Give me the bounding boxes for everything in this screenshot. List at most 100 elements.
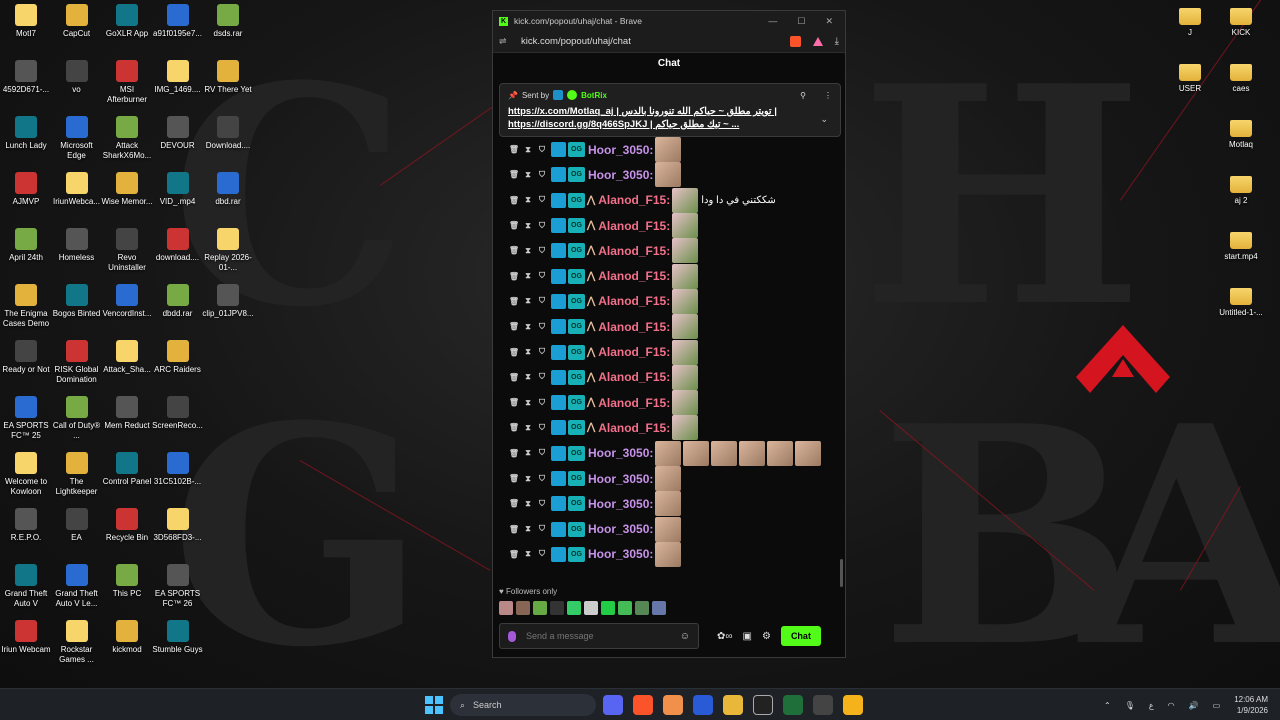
timeout-icon[interactable]: ⧗: [521, 398, 535, 408]
desktop-icon[interactable]: The Enigma Cases Demo: [0, 284, 52, 329]
desktop-icon[interactable]: DEVOUR: [152, 116, 204, 151]
chat-username[interactable]: Alanod_F15:: [598, 294, 670, 308]
emote-image[interactable]: [672, 263, 699, 289]
emote-image[interactable]: [655, 466, 682, 491]
ban-icon[interactable]: ⛉: [535, 549, 549, 559]
battery-icon[interactable]: ▭: [1213, 701, 1221, 710]
chat-username[interactable]: Alanod_F15:: [598, 244, 670, 258]
delete-message-icon[interactable]: 🗑: [507, 246, 521, 255]
chat-message[interactable]: 🗑 ⧗ ⛉ OG Hoor_3050:: [493, 137, 845, 163]
desktop-icon[interactable]: Bogos Binted: [51, 284, 103, 319]
chat-message[interactable]: 🗑 ⧗ ⛉ OG ⋀ Alanod_F15:: [493, 364, 845, 390]
desktop-icon[interactable]: Ready or Not: [0, 340, 52, 375]
delete-message-icon[interactable]: 🗑: [507, 196, 521, 205]
desktop-icon[interactable]: EA: [51, 508, 103, 543]
delete-message-icon[interactable]: 🗑: [507, 474, 521, 483]
chat-username[interactable]: Hoor_3050:: [588, 497, 653, 511]
desktop-icon[interactable]: Grand Theft Auto V: [0, 564, 52, 609]
desktop-icon[interactable]: download....: [152, 228, 204, 263]
desktop-icon[interactable]: MotI7: [0, 4, 52, 39]
quick-emote[interactable]: [533, 601, 547, 615]
ban-icon[interactable]: ⛉: [535, 296, 549, 306]
chat-message[interactable]: 🗑 ⧗ ⛉ OG Hoor_3050:: [493, 466, 845, 491]
desktop-icon[interactable]: vo: [51, 60, 103, 95]
timeout-icon[interactable]: ⧗: [521, 296, 535, 306]
url-text[interactable]: kick.com/popout/uhaj/chat: [521, 36, 631, 47]
brave-shields-icon[interactable]: [789, 36, 801, 47]
taskbar-search[interactable]: ⌕ Search: [450, 694, 596, 716]
quick-emote[interactable]: [618, 601, 632, 615]
timeout-icon[interactable]: ⧗: [521, 372, 535, 382]
emote-image[interactable]: [672, 187, 699, 213]
emote-image[interactable]: [672, 415, 699, 441]
delete-message-icon[interactable]: 🗑: [507, 373, 521, 382]
desktop-icon[interactable]: Microsoft Edge: [51, 116, 103, 161]
timeout-icon[interactable]: ⧗: [521, 221, 535, 231]
emote-image[interactable]: [672, 238, 699, 264]
window-titlebar[interactable]: K kick.com/popout/uhaj/chat - Brave — ☐ …: [493, 11, 845, 31]
microphone-icon[interactable]: [508, 630, 516, 642]
chat-username[interactable]: Alanod_F15:: [598, 269, 670, 283]
desktop-icon[interactable]: KICK: [1215, 4, 1267, 38]
quick-emote[interactable]: [635, 601, 649, 615]
microphone-tray-icon[interactable]: 🎙: [1125, 701, 1135, 710]
desktop-icon[interactable]: EA SPORTS FC™ 25: [0, 396, 52, 441]
desktop-icon[interactable]: dsds.rar: [202, 4, 254, 39]
emote-image[interactable]: [672, 364, 699, 390]
quick-emote[interactable]: [516, 601, 530, 615]
chat-username[interactable]: Alanod_F15:: [598, 320, 670, 334]
desktop-icon[interactable]: Stumble Guys: [152, 620, 204, 655]
emote-image[interactable]: [672, 213, 699, 239]
desktop-icon[interactable]: VID_.mp4: [152, 172, 204, 207]
delete-message-icon[interactable]: 🗑: [507, 145, 521, 154]
delete-message-icon[interactable]: 🗑: [507, 297, 521, 306]
pinned-sender[interactable]: BotRix: [581, 91, 607, 100]
delete-message-icon[interactable]: 🗑: [507, 550, 521, 559]
emote-image[interactable]: [739, 440, 766, 466]
ban-icon[interactable]: ⛉: [535, 448, 549, 458]
store-icon[interactable]: ▣: [743, 631, 752, 642]
chat-input-box[interactable]: ☺: [499, 623, 699, 649]
emote-image[interactable]: [655, 162, 682, 188]
quick-emote[interactable]: [550, 601, 564, 615]
chevron-down-icon[interactable]: ⌄: [820, 114, 828, 125]
chat-username[interactable]: Hoor_3050:: [588, 446, 653, 460]
desktop-icon[interactable]: Download....: [202, 116, 254, 151]
download-icon[interactable]: ⤓: [835, 36, 839, 47]
chat-message[interactable]: 🗑 ⧗ ⛉ OG Hoor_3050:: [493, 162, 845, 188]
ban-icon[interactable]: ⛉: [535, 322, 549, 332]
goxlr-taskbar-icon[interactable]: [783, 695, 803, 715]
desktop-icon[interactable]: RV There Yet: [202, 60, 254, 95]
ban-icon[interactable]: ⛉: [535, 499, 549, 509]
ban-icon[interactable]: ⛉: [535, 271, 549, 281]
emote-image[interactable]: [672, 390, 699, 416]
desktop-icon[interactable]: ARC Raiders: [152, 340, 204, 375]
desktop-icon[interactable]: Attack_Sha...: [101, 340, 153, 375]
chat-message[interactable]: 🗑 ⧗ ⛉ OG ⋀ Alanod_F15:: [493, 339, 845, 365]
chat-message[interactable]: 🗑 ⧗ ⛉ OG ⋀ Alanod_F15:: [493, 415, 845, 441]
kickmod-tools-icon[interactable]: ✿∞: [717, 631, 733, 642]
maximize-button[interactable]: ☐: [797, 16, 805, 27]
desktop-icon[interactable]: Grand Theft Auto V Le...: [51, 564, 103, 609]
chat-username[interactable]: Alanod_F15:: [598, 421, 670, 435]
timeout-icon[interactable]: ⧗: [521, 499, 535, 509]
delete-message-icon[interactable]: 🗑: [507, 272, 521, 281]
chat-username[interactable]: Alanod_F15:: [598, 396, 670, 410]
ban-icon[interactable]: ⛉: [535, 372, 549, 382]
desktop-icon[interactable]: RISK Global Domination: [51, 340, 103, 385]
chat-username[interactable]: Alanod_F15:: [598, 370, 670, 384]
desktop-icon[interactable]: caes: [1215, 60, 1267, 94]
desktop-icon[interactable]: Welcome to Kowloon: [0, 452, 52, 497]
emoji-picker-icon[interactable]: ☺: [680, 631, 690, 642]
delete-message-icon[interactable]: 🗑: [507, 398, 521, 407]
pinned-line-1[interactable]: https://x.com/Motlaq_aj | تويتر مطلق ~ ح…: [508, 105, 808, 118]
timeout-icon[interactable]: ⧗: [521, 246, 535, 256]
chat-message[interactable]: 🗑 ⧗ ⛉ OG ⋀ Alanod_F15:: [493, 314, 845, 340]
more-options-icon[interactable]: ⋮: [824, 91, 832, 100]
timeout-icon[interactable]: ⧗: [521, 271, 535, 281]
iriun-taskbar-icon[interactable]: [753, 695, 773, 715]
ban-icon[interactable]: ⛉: [535, 524, 549, 534]
chat-username[interactable]: Alanod_F15:: [598, 219, 670, 233]
chat-message[interactable]: 🗑 ⧗ ⛉ OG ⋀ Alanod_F15:: [493, 288, 845, 314]
desktop-icon[interactable]: 3D568FD3-...: [152, 508, 204, 543]
